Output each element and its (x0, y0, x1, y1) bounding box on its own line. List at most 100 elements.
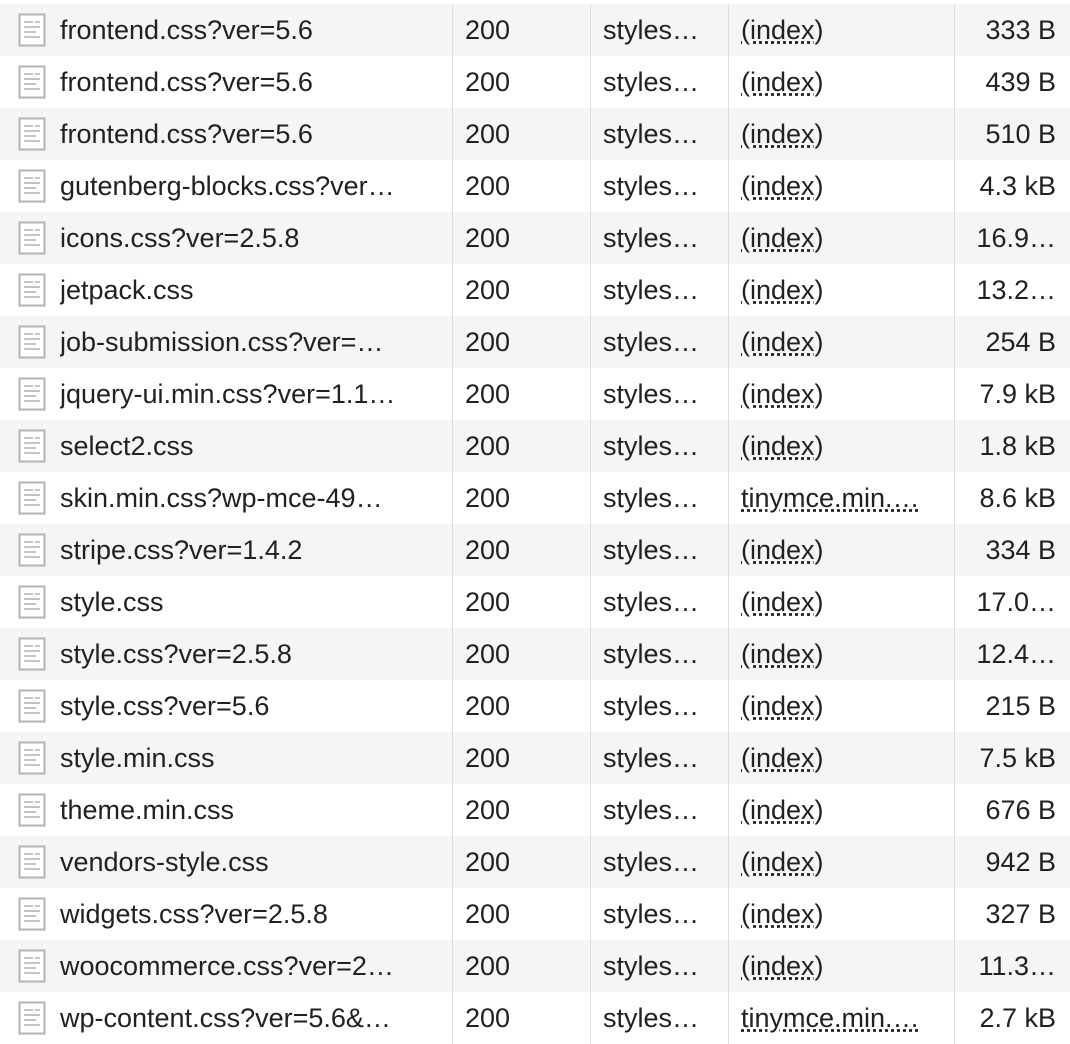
request-name[interactable]: gutenberg-blocks.css?ver… (60, 171, 395, 202)
name-cell[interactable]: style.css?ver=2.5.8 (0, 628, 453, 680)
request-name[interactable]: style.min.css (60, 743, 215, 774)
table-row[interactable]: style.css?ver=2.5.8 200 styles… (index) … (0, 628, 1070, 680)
initiator-cell[interactable]: tinymce.min.… (729, 472, 955, 524)
initiator-cell[interactable]: tinymce.min.… (729, 992, 955, 1044)
request-name[interactable]: skin.min.css?wp-mce-49… (60, 483, 383, 514)
initiator-link[interactable]: (index) (741, 431, 824, 462)
name-cell[interactable]: select2.css (0, 420, 453, 472)
table-row[interactable]: wp-content.css?ver=5.6&… 200 styles… tin… (0, 992, 1070, 1044)
initiator-cell[interactable]: (index) (729, 784, 955, 836)
initiator-cell[interactable]: (index) (729, 316, 955, 368)
initiator-cell[interactable]: (index) (729, 628, 955, 680)
request-name[interactable]: style.css?ver=2.5.8 (60, 639, 292, 670)
request-name[interactable]: frontend.css?ver=5.6 (60, 119, 313, 150)
request-name[interactable]: icons.css?ver=2.5.8 (60, 223, 299, 254)
table-row[interactable]: gutenberg-blocks.css?ver… 200 styles… (i… (0, 160, 1070, 212)
table-row[interactable]: icons.css?ver=2.5.8 200 styles… (index) … (0, 212, 1070, 264)
table-row[interactable]: style.css 200 styles… (index) 17.0… (0, 576, 1070, 628)
initiator-link[interactable]: (index) (741, 15, 824, 46)
request-name[interactable]: widgets.css?ver=2.5.8 (60, 899, 328, 930)
initiator-cell[interactable]: (index) (729, 264, 955, 316)
name-cell[interactable]: icons.css?ver=2.5.8 (0, 212, 453, 264)
initiator-link[interactable]: (index) (741, 379, 824, 410)
initiator-link[interactable]: (index) (741, 795, 824, 826)
initiator-link[interactable]: (index) (741, 223, 824, 254)
name-cell[interactable]: theme.min.css (0, 784, 453, 836)
name-cell[interactable]: woocommerce.css?ver=2… (0, 940, 453, 992)
initiator-link[interactable]: (index) (741, 275, 824, 306)
name-cell[interactable]: gutenberg-blocks.css?ver… (0, 160, 453, 212)
initiator-cell[interactable]: (index) (729, 940, 955, 992)
name-cell[interactable]: style.css (0, 576, 453, 628)
initiator-link[interactable]: (index) (741, 327, 824, 358)
initiator-link[interactable]: (index) (741, 639, 824, 670)
request-name[interactable]: jquery-ui.min.css?ver=1.1… (60, 379, 395, 410)
name-cell[interactable]: style.min.css (0, 732, 453, 784)
initiator-link[interactable]: (index) (741, 743, 824, 774)
initiator-link[interactable]: (index) (741, 119, 824, 150)
name-cell[interactable]: frontend.css?ver=5.6 (0, 108, 453, 160)
initiator-link[interactable]: (index) (741, 535, 824, 566)
request-name[interactable]: jetpack.css (60, 275, 194, 306)
initiator-cell[interactable]: (index) (729, 56, 955, 108)
initiator-link[interactable]: tinymce.min.… (741, 1003, 920, 1034)
initiator-link[interactable]: (index) (741, 67, 824, 98)
initiator-link[interactable]: (index) (741, 587, 824, 618)
name-cell[interactable]: frontend.css?ver=5.6 (0, 4, 453, 56)
request-name[interactable]: theme.min.css (60, 795, 234, 826)
initiator-cell[interactable]: (index) (729, 368, 955, 420)
name-cell[interactable]: jetpack.css (0, 264, 453, 316)
name-cell[interactable]: jquery-ui.min.css?ver=1.1… (0, 368, 453, 420)
request-name[interactable]: style.css (60, 587, 164, 618)
request-name[interactable]: wp-content.css?ver=5.6&… (60, 1003, 391, 1034)
table-row[interactable]: skin.min.css?wp-mce-49… 200 styles… tiny… (0, 472, 1070, 524)
table-row[interactable]: frontend.css?ver=5.6 200 styles… (index)… (0, 56, 1070, 108)
name-cell[interactable]: job-submission.css?ver=… (0, 316, 453, 368)
initiator-cell[interactable]: (index) (729, 160, 955, 212)
initiator-cell[interactable]: (index) (729, 212, 955, 264)
initiator-cell[interactable]: (index) (729, 108, 955, 160)
name-cell[interactable]: widgets.css?ver=2.5.8 (0, 888, 453, 940)
table-row[interactable]: style.css?ver=5.6 200 styles… (index) 21… (0, 680, 1070, 732)
initiator-link[interactable]: (index) (741, 691, 824, 722)
request-name[interactable]: frontend.css?ver=5.6 (60, 67, 313, 98)
table-row[interactable]: style.min.css 200 styles… (index) 7.5 kB (0, 732, 1070, 784)
request-name[interactable]: woocommerce.css?ver=2… (60, 951, 394, 982)
table-row[interactable]: frontend.css?ver=5.6 200 styles… (index)… (0, 4, 1070, 56)
table-row[interactable]: theme.min.css 200 styles… (index) 676 B (0, 784, 1070, 836)
initiator-cell[interactable]: (index) (729, 4, 955, 56)
request-name[interactable]: frontend.css?ver=5.6 (60, 15, 313, 46)
name-cell[interactable]: skin.min.css?wp-mce-49… (0, 472, 453, 524)
initiator-cell[interactable]: (index) (729, 732, 955, 784)
initiator-link[interactable]: (index) (741, 171, 824, 202)
name-cell[interactable]: style.css?ver=5.6 (0, 680, 453, 732)
initiator-link[interactable]: (index) (741, 951, 824, 982)
request-name[interactable]: job-submission.css?ver=… (60, 327, 383, 358)
initiator-cell[interactable]: (index) (729, 836, 955, 888)
initiator-cell[interactable]: (index) (729, 576, 955, 628)
initiator-cell[interactable]: (index) (729, 888, 955, 940)
table-row[interactable]: select2.css 200 styles… (index) 1.8 kB (0, 420, 1070, 472)
name-cell[interactable]: wp-content.css?ver=5.6&… (0, 992, 453, 1044)
table-row[interactable]: vendors-style.css 200 styles… (index) 94… (0, 836, 1070, 888)
table-row[interactable]: stripe.css?ver=1.4.2 200 styles… (index)… (0, 524, 1070, 576)
table-row[interactable]: jquery-ui.min.css?ver=1.1… 200 styles… (… (0, 368, 1070, 420)
table-row[interactable]: woocommerce.css?ver=2… 200 styles… (inde… (0, 940, 1070, 992)
table-row[interactable]: frontend.css?ver=5.6 200 styles… (index)… (0, 108, 1070, 160)
name-cell[interactable]: vendors-style.css (0, 836, 453, 888)
request-name[interactable]: vendors-style.css (60, 847, 269, 878)
initiator-link[interactable]: (index) (741, 847, 824, 878)
table-row[interactable]: job-submission.css?ver=… 200 styles… (in… (0, 316, 1070, 368)
name-cell[interactable]: stripe.css?ver=1.4.2 (0, 524, 453, 576)
initiator-link[interactable]: tinymce.min.… (741, 483, 920, 514)
initiator-link[interactable]: (index) (741, 899, 824, 930)
table-row[interactable]: widgets.css?ver=2.5.8 200 styles… (index… (0, 888, 1070, 940)
initiator-cell[interactable]: (index) (729, 420, 955, 472)
table-row[interactable]: jetpack.css 200 styles… (index) 13.2… (0, 264, 1070, 316)
initiator-cell[interactable]: (index) (729, 524, 955, 576)
name-cell[interactable]: frontend.css?ver=5.6 (0, 56, 453, 108)
request-name[interactable]: select2.css (60, 431, 194, 462)
initiator-cell[interactable]: (index) (729, 680, 955, 732)
request-name[interactable]: style.css?ver=5.6 (60, 691, 269, 722)
request-name[interactable]: stripe.css?ver=1.4.2 (60, 535, 302, 566)
